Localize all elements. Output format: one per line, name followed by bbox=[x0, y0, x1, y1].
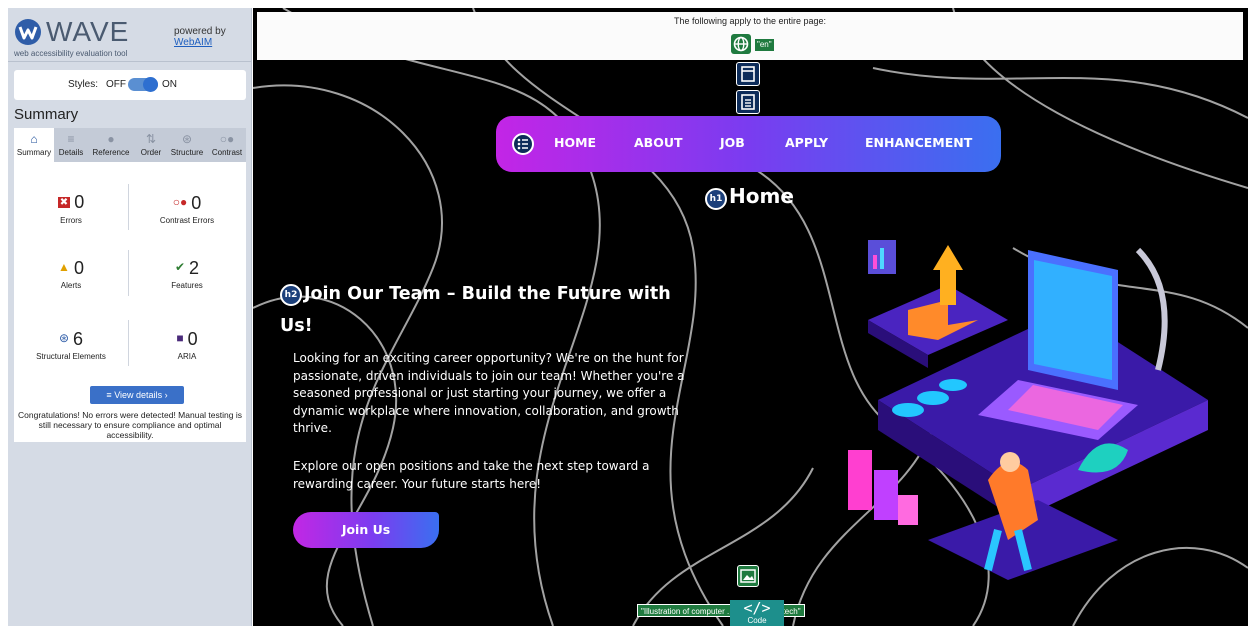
stat-value: 0 bbox=[191, 193, 202, 213]
tab-label: Reference bbox=[92, 148, 130, 157]
nav-about[interactable]: ABOUT bbox=[634, 135, 683, 150]
tab-summary[interactable]: ⌂ Summary bbox=[14, 128, 54, 162]
tab-structure[interactable]: ⊛ Structure bbox=[167, 128, 207, 162]
section-heading-h2: h2 Join Our Team – Build the Future with … bbox=[280, 278, 680, 342]
image-alt-icon[interactable] bbox=[737, 565, 759, 587]
tab-label: Contrast bbox=[211, 148, 243, 157]
language-badge: "en" bbox=[755, 39, 774, 51]
aria-icon: ■ bbox=[176, 331, 184, 345]
styles-off-label: OFF bbox=[106, 79, 126, 90]
stat-value: 0 bbox=[187, 329, 198, 349]
contrast-error-icon: ○● bbox=[172, 195, 188, 209]
stat-label: ARIA bbox=[177, 352, 197, 361]
cta-paragraph: Explore our open positions and take the … bbox=[293, 459, 650, 491]
h1-badge-icon[interactable]: h1 bbox=[705, 188, 727, 210]
nav-enhancement[interactable]: ENHANCEMENT bbox=[865, 135, 972, 150]
summary-panel: ✖ 0 Errors ○● 0 Contrast Errors ▲ 0 Alerts … bbox=[14, 162, 246, 442]
stat-alerts[interactable]: ▲ 0 Alerts bbox=[16, 257, 126, 290]
stat-label: Contrast Errors bbox=[159, 216, 215, 225]
view-details-label: View details › bbox=[114, 390, 168, 400]
order-icon: ⇅ bbox=[145, 132, 157, 146]
page-heading-h1: h1 Home bbox=[705, 184, 794, 212]
main-navbar: HOME ABOUT JOB APPLY ENHANCEMENT bbox=[496, 116, 1001, 172]
info-icon: ● bbox=[107, 132, 115, 146]
nav-home[interactable]: HOME bbox=[554, 135, 596, 150]
contrast-icon: ○● bbox=[219, 132, 235, 146]
view-details-button[interactable]: ≡ View details › bbox=[90, 386, 184, 404]
list-icon: ≡ bbox=[67, 132, 75, 146]
structure-icon: ⊛ bbox=[181, 132, 193, 146]
code-label: Code bbox=[747, 616, 767, 625]
h2-badge-icon[interactable]: h2 bbox=[280, 284, 302, 306]
tab-order[interactable]: ⇅ Order bbox=[136, 128, 166, 162]
tab-label: Summary bbox=[16, 148, 52, 157]
code-icon: </> bbox=[743, 599, 771, 617]
feature-icon: ✔ bbox=[174, 260, 186, 274]
stat-value: 6 bbox=[73, 329, 84, 349]
unordered-list-icon[interactable] bbox=[512, 133, 534, 155]
list-icon: ≡ bbox=[106, 390, 112, 400]
home-icon: ⌂ bbox=[30, 132, 38, 146]
page-level-info: The following apply to the entire page: … bbox=[257, 12, 1243, 60]
language-icon[interactable] bbox=[731, 34, 751, 54]
powered-by-text: powered by bbox=[174, 26, 226, 37]
tab-label: Details bbox=[58, 148, 84, 157]
styles-label: Styles: bbox=[68, 79, 99, 90]
wave-logo-icon bbox=[15, 19, 41, 45]
structure-icon: ⊛ bbox=[58, 331, 70, 345]
divider bbox=[128, 320, 129, 366]
stat-value: 2 bbox=[189, 258, 200, 278]
h2-text: Join Our Team – Build the Future with Us… bbox=[280, 284, 671, 336]
stat-contrast-errors[interactable]: ○● 0 Contrast Errors bbox=[132, 192, 242, 225]
powered-by: powered by WebAIM bbox=[174, 26, 226, 48]
code-panel-toggle[interactable]: </> Code bbox=[730, 600, 784, 626]
nav-apply[interactable]: APPLY bbox=[785, 135, 828, 150]
header-region-icon[interactable] bbox=[736, 62, 760, 86]
stat-label: Alerts bbox=[60, 281, 82, 290]
tab-label: Order bbox=[140, 148, 162, 157]
stat-label: Features bbox=[171, 281, 203, 290]
error-icon: ✖ bbox=[57, 197, 71, 208]
stat-aria[interactable]: ■ 0 ARIA bbox=[132, 328, 242, 361]
divider bbox=[128, 184, 129, 230]
h1-text: Home bbox=[729, 184, 794, 208]
tab-contrast[interactable]: ○● Contrast bbox=[208, 128, 246, 162]
page-note-text: The following apply to the entire page: bbox=[673, 16, 827, 26]
tab-reference[interactable]: ● Reference bbox=[87, 128, 135, 162]
styles-toggle[interactable] bbox=[128, 77, 158, 92]
congrats-message: Congratulations! No errors were detected… bbox=[18, 410, 242, 440]
stat-value: 0 bbox=[73, 258, 84, 278]
join-us-button[interactable]: Join Us bbox=[293, 512, 439, 548]
stat-label: Structural Elements bbox=[36, 352, 106, 361]
wave-sidebar: WAVE web accessibility evaluation tool p… bbox=[8, 8, 252, 626]
styles-toggle-bar: Styles: OFF ON bbox=[14, 70, 246, 100]
stat-label: Errors bbox=[60, 216, 82, 225]
styles-on-label: ON bbox=[162, 79, 177, 90]
webaim-link[interactable]: WebAIM bbox=[174, 37, 212, 48]
wave-tagline: web accessibility evaluation tool bbox=[14, 49, 128, 58]
stat-features[interactable]: ✔ 2 Features bbox=[132, 257, 242, 290]
intro-paragraph: Looking for an exciting career opportuni… bbox=[293, 351, 685, 435]
wave-tabs: ⌂ Summary ≡ Details ● Reference ⇅ Order … bbox=[14, 128, 246, 162]
toggle-knob bbox=[143, 77, 158, 92]
wave-logo-text: WAVE bbox=[46, 16, 130, 47]
stat-structural[interactable]: ⊛ 6 Structural Elements bbox=[16, 328, 126, 361]
tab-details[interactable]: ≡ Details bbox=[56, 128, 86, 162]
page-area: The following apply to the entire page: … bbox=[253, 8, 1248, 626]
stat-errors[interactable]: ✖ 0 Errors bbox=[16, 192, 126, 225]
alert-icon: ▲ bbox=[58, 260, 70, 274]
nav-region-icon[interactable] bbox=[736, 90, 760, 114]
tab-label: Structure bbox=[170, 148, 204, 157]
nav-job[interactable]: JOB bbox=[720, 135, 745, 150]
career-illustration bbox=[848, 240, 1208, 580]
stat-value: 0 bbox=[74, 192, 85, 212]
summary-title: Summary bbox=[14, 106, 79, 123]
divider bbox=[128, 250, 129, 296]
wave-header: WAVE web accessibility evaluation tool p… bbox=[8, 8, 252, 62]
